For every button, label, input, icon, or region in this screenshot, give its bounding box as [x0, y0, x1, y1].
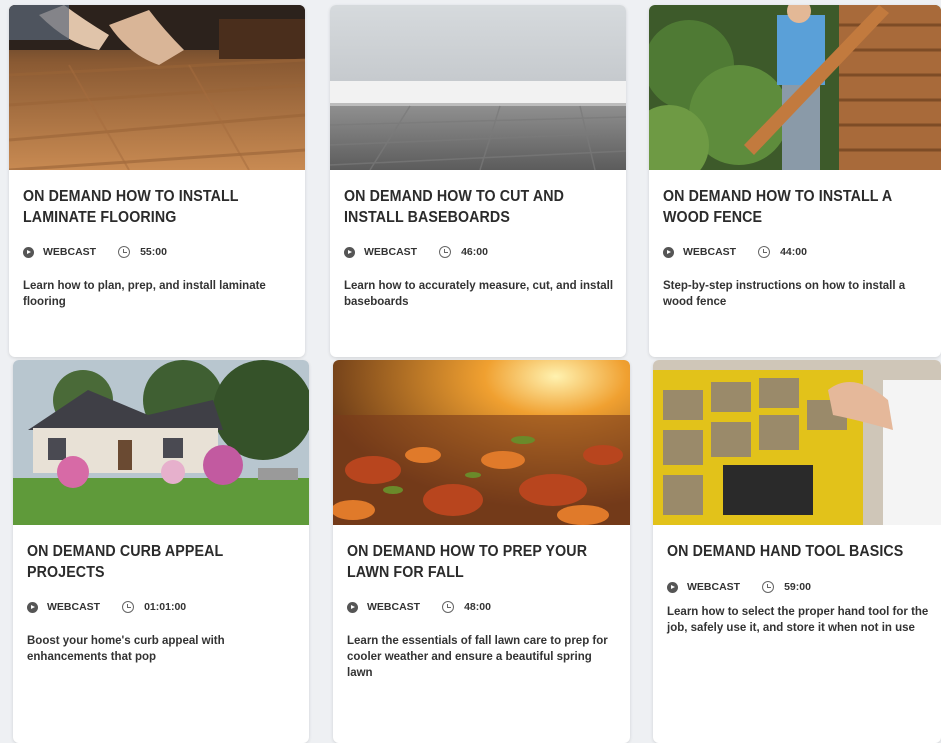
- clock-icon: [762, 581, 775, 593]
- webcast-play-icon: [663, 246, 674, 258]
- card-title[interactable]: ON DEMAND HAND TOOL BASICS: [667, 541, 908, 562]
- card-title[interactable]: ON DEMAND HOW TO PREP YOUR LAWN FOR FALL: [347, 541, 596, 583]
- card-meta: WEBCAST 59:00: [667, 581, 929, 593]
- card-type: WEBCAST: [364, 246, 418, 258]
- clock-icon: [118, 246, 131, 258]
- webcast-card-hand-tools[interactable]: ON DEMAND HAND TOOL BASICS WEBCAST 59:00…: [653, 360, 941, 743]
- card-description: Learn the essentials of fall lawn care t…: [347, 635, 608, 679]
- webcast-play-icon: [23, 246, 34, 258]
- webcast-play-icon: [667, 581, 678, 593]
- webcast-card-lawn-fall[interactable]: ON DEMAND HOW TO PREP YOUR LAWN FOR FALL…: [333, 360, 630, 743]
- card-meta: WEBCAST 01:01:00: [27, 601, 297, 613]
- wood-fence-image: [649, 5, 941, 170]
- card-title[interactable]: ON DEMAND HOW TO INSTALL A WOOD FENCE: [663, 186, 908, 228]
- card-duration: 46:00: [461, 246, 488, 258]
- card-description: Learn how to plan, prep, and install lam…: [23, 280, 266, 308]
- clock-icon: [439, 246, 452, 258]
- card-duration: 59:00: [784, 581, 811, 593]
- laminate-flooring-image: [9, 5, 305, 170]
- webcast-card-wood-fence[interactable]: ON DEMAND HOW TO INSTALL A WOOD FENCE WE…: [649, 5, 941, 357]
- card-duration: 01:01:00: [144, 601, 187, 613]
- clock-icon: [442, 601, 455, 613]
- card-duration: 48:00: [464, 601, 491, 613]
- clock-icon: [758, 246, 771, 258]
- card-meta: WEBCAST 44:00: [663, 246, 929, 258]
- baseboards-image: [330, 5, 626, 170]
- card-description: Learn how to select the proper hand tool…: [667, 606, 929, 634]
- webcast-play-icon: [27, 601, 38, 613]
- card-meta: WEBCAST 46:00: [344, 246, 614, 258]
- card-type: WEBCAST: [43, 246, 97, 258]
- card-title[interactable]: ON DEMAND HOW TO INSTALL LAMINATE FLOORI…: [23, 186, 271, 228]
- webcast-card-curb-appeal[interactable]: ON DEMAND CURB APPEAL PROJECTS WEBCAST 0…: [13, 360, 309, 743]
- webcast-card-laminate-flooring[interactable]: ON DEMAND HOW TO INSTALL LAMINATE FLOORI…: [9, 5, 305, 357]
- webcast-play-icon: [347, 601, 358, 613]
- card-description: Step-by-step instructions on how to inst…: [663, 280, 906, 308]
- clock-icon: [122, 601, 135, 613]
- card-title[interactable]: ON DEMAND HOW TO CUT AND INSTALL BASEBOA…: [344, 186, 592, 228]
- webcast-play-icon: [344, 246, 355, 258]
- card-title[interactable]: ON DEMAND CURB APPEAL PROJECTS: [27, 541, 275, 583]
- fall-leaves-lawn-image: [333, 360, 630, 525]
- card-type: WEBCAST: [687, 581, 741, 593]
- card-meta: WEBCAST 55:00: [23, 246, 293, 258]
- card-duration: 44:00: [780, 246, 807, 258]
- card-type: WEBCAST: [683, 246, 737, 258]
- card-type: WEBCAST: [367, 601, 421, 613]
- house-curb-appeal-image: [13, 360, 309, 525]
- card-description: Learn how to accurately measure, cut, an…: [344, 280, 614, 308]
- hardware-organizer-image: [653, 360, 941, 525]
- card-description: Boost your home's curb appeal with enhan…: [27, 635, 225, 663]
- card-type: WEBCAST: [47, 601, 101, 613]
- card-duration: 55:00: [140, 246, 167, 258]
- webcast-card-baseboards[interactable]: ON DEMAND HOW TO CUT AND INSTALL BASEBOA…: [330, 5, 626, 357]
- card-meta: WEBCAST 48:00: [347, 601, 618, 613]
